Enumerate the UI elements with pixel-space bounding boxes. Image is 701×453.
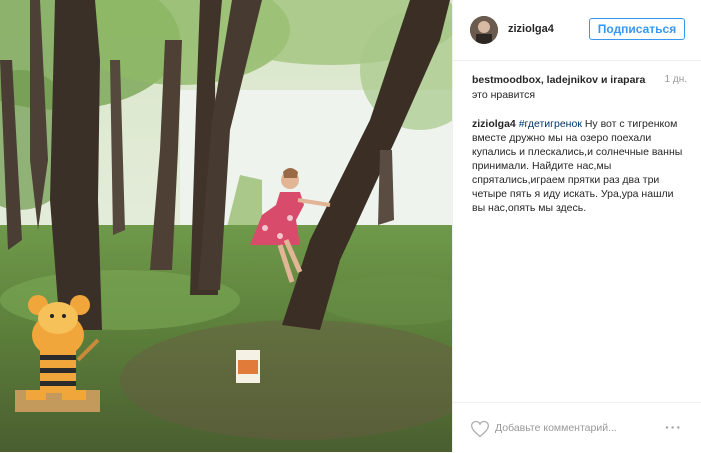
post-caption: ziziolga4 #гдетигренок Ну вот с тигренко… xyxy=(472,117,688,215)
caption-username[interactable]: ziziolga4 xyxy=(472,118,516,130)
caption-hashtag[interactable]: #гдетигренок xyxy=(519,118,582,130)
follow-button[interactable]: Подписаться xyxy=(589,18,685,40)
avatar[interactable] xyxy=(470,16,498,44)
more-options-icon[interactable]: ··· xyxy=(665,419,682,435)
comment-bar: ··· xyxy=(453,402,701,453)
park-scene-image xyxy=(0,0,452,452)
likers-names[interactable]: bestmoodbox, ladejnikov и irapara xyxy=(472,74,645,86)
post-details-panel: ziziolga4 Подписаться bestmoodbox, ladej… xyxy=(452,0,701,452)
likes-suffix: это нравится xyxy=(472,89,536,101)
likes-section: bestmoodbox, ladejnikov и irapara 1 дн. … xyxy=(472,74,687,101)
post-photo[interactable] xyxy=(0,0,452,452)
heart-icon[interactable] xyxy=(470,419,490,439)
post-author-username[interactable]: ziziolga4 xyxy=(508,23,554,35)
caption-text: Ну вот с тигренком вместе дружно мы на о… xyxy=(472,118,683,214)
post-timestamp[interactable]: 1 дн. xyxy=(665,74,687,85)
post-header: ziziolga4 Подписаться xyxy=(453,0,701,61)
comment-input[interactable] xyxy=(495,419,645,437)
